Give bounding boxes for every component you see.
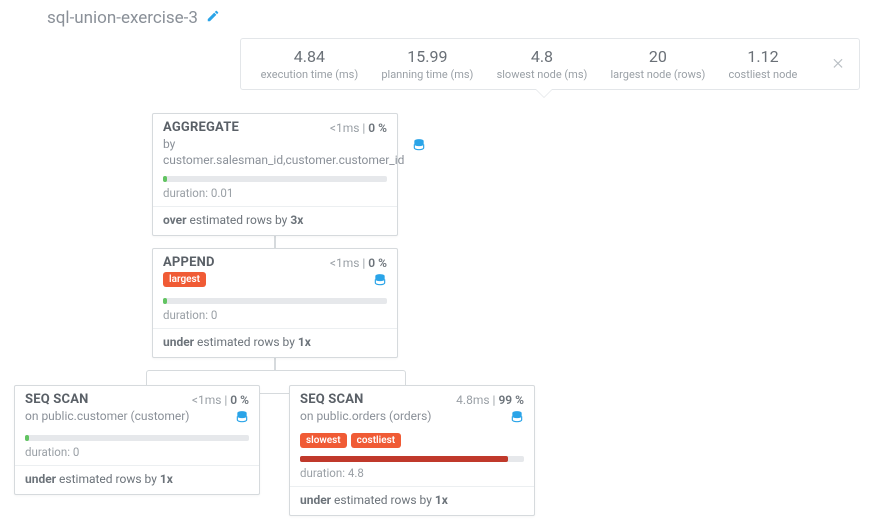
node-subtitle: on public.customer (customer): [15, 409, 259, 433]
node-metrics: <1ms | 0 %: [192, 393, 249, 407]
node-type: AGGREGATE: [163, 120, 239, 135]
close-icon[interactable]: [831, 55, 845, 74]
estimation-label: under estimated rows by 1x: [153, 329, 397, 357]
node-type: SEQ SCAN: [300, 392, 364, 407]
node-metrics: <1ms | 0 %: [330, 256, 387, 270]
stats-pointer-icon: [535, 89, 553, 98]
badge-slowest: slowest: [300, 433, 347, 448]
plan-node-seqscan-orders[interactable]: SEQ SCAN 4.8ms | 99 % on public.orders (…: [289, 385, 535, 516]
stats-bar: 4.84 execution time (ms) 15.99 planning …: [240, 38, 860, 90]
node-header: APPEND <1ms | 0 %: [153, 249, 397, 272]
plan-node-aggregate[interactable]: AGGREGATE <1ms | 0 % by customer.salesma…: [152, 113, 398, 236]
page-title-row: sql-union-exercise-3: [47, 8, 220, 28]
node-subtitle: on public.orders (orders): [290, 409, 534, 433]
duration-bar: [25, 435, 249, 441]
database-icon: [412, 138, 426, 155]
plan-node-append[interactable]: APPEND <1ms | 0 % largest duration: 0 un…: [152, 248, 398, 358]
plan-node-seqscan-customer[interactable]: SEQ SCAN <1ms | 0 % on public.customer (…: [14, 385, 260, 495]
duration-label: duration: 0: [15, 443, 259, 465]
node-type: SEQ SCAN: [25, 392, 89, 407]
badge-costliest: costliest: [351, 433, 401, 448]
duration-label: duration: 0: [153, 306, 397, 328]
page-title: sql-union-exercise-3: [47, 8, 198, 28]
badge-largest: largest: [163, 272, 206, 287]
node-metrics: <1ms | 0 %: [330, 121, 387, 135]
duration-label: duration: 0.01: [153, 184, 397, 206]
estimation-label: under estimated rows by 1x: [290, 487, 534, 515]
node-metrics: 4.8ms | 99 %: [456, 393, 524, 407]
stat-planning-time: 15.99 planning time (ms): [381, 47, 473, 80]
node-header: SEQ SCAN 4.8ms | 99 %: [290, 386, 534, 409]
stat-costliest-node: 1.12 costliest node: [729, 47, 798, 80]
node-badges: slowest costliest: [290, 433, 534, 454]
duration-bar: [163, 298, 387, 304]
edit-icon[interactable]: [206, 8, 220, 28]
estimation-label: under estimated rows by 1x: [15, 466, 259, 494]
node-subtitle: by customer.salesman_id,customer.custome…: [153, 137, 397, 174]
database-icon: [510, 410, 524, 427]
estimation-label: over estimated rows by 3x: [153, 207, 397, 235]
node-header: AGGREGATE <1ms | 0 %: [153, 114, 397, 137]
database-icon: [373, 273, 387, 290]
node-header: SEQ SCAN <1ms | 0 %: [15, 386, 259, 409]
database-icon: [235, 410, 249, 427]
duration-bar: [163, 176, 387, 182]
duration-label: duration: 4.8: [290, 464, 534, 486]
stat-slowest-node: 4.8 slowest node (ms): [497, 47, 588, 80]
node-type: APPEND: [163, 255, 215, 270]
stat-largest-node: 20 largest node (rows): [611, 47, 706, 80]
stat-execution-time: 4.84 execution time (ms): [261, 47, 359, 80]
duration-bar: [300, 456, 524, 462]
node-subtitle: largest: [153, 272, 397, 296]
